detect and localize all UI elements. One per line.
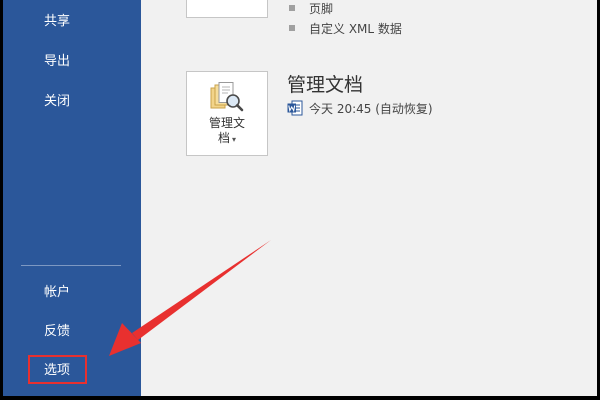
options-highlight-box — [28, 355, 87, 384]
manage-document-button[interactable]: 管理文 档 ▾ — [186, 71, 268, 156]
list-bullet — [289, 5, 295, 11]
backstage-window: 共享 导出 关闭 帐户 反馈 选项 页脚 自定义 XML 数据 管理文 档 ▾ … — [3, 0, 597, 396]
version-text: 今天 20:45 (自动恢复) — [309, 101, 433, 116]
property-item-custom-xml: 自定义 XML 数据 — [309, 22, 402, 36]
nav-item-close[interactable]: 关闭 — [3, 87, 141, 117]
inspect-document-button[interactable] — [186, 0, 268, 18]
list-bullet — [289, 25, 295, 31]
nav-item-label: 共享 — [44, 14, 71, 29]
property-item-footer: 页脚 — [309, 2, 334, 16]
manage-document-label-line2-text: 档 — [217, 131, 230, 145]
manage-document-label-line1: 管理文 — [208, 116, 245, 130]
nav-item-feedback[interactable]: 反馈 — [3, 317, 141, 347]
version-item[interactable]: 今天 20:45 (自动恢复) — [287, 99, 433, 117]
nav-divider — [21, 265, 121, 266]
nav-item-account[interactable]: 帐户 — [3, 278, 141, 308]
backstage-sidebar: 共享 导出 关闭 帐户 反馈 选项 — [3, 0, 141, 396]
nav-item-label: 反馈 — [44, 324, 71, 339]
nav-item-label: 导出 — [44, 54, 71, 69]
manage-document-label-line2: 档 ▾ — [187, 131, 267, 147]
nav-item-share[interactable]: 共享 — [3, 7, 141, 37]
backstage-main: 页脚 自定义 XML 数据 管理文 档 ▾ 管理文档 今天 20:45 (自动恢… — [141, 0, 597, 396]
manage-document-icon — [210, 82, 244, 112]
manage-document-title: 管理文档 — [287, 74, 364, 96]
nav-item-export[interactable]: 导出 — [3, 47, 141, 77]
nav-item-label: 帐户 — [44, 285, 71, 300]
chevron-down-icon: ▾ — [232, 135, 237, 144]
word-file-icon — [287, 100, 303, 116]
nav-item-label: 关闭 — [44, 94, 71, 109]
